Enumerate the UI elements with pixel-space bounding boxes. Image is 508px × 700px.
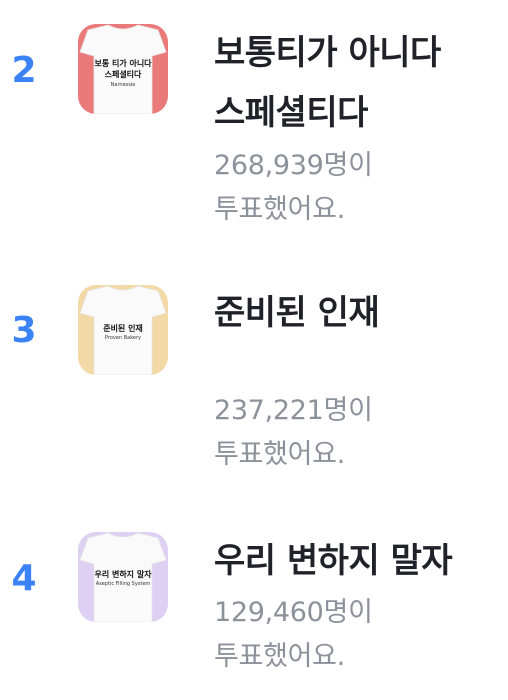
ranking-item-2[interactable]: 2 보통 티가 아니다 스페셜티다 Narnessie 보통티가 아니다 스페셜… xyxy=(0,0,508,240)
vote-suffix: 투표했어요. xyxy=(214,194,345,225)
thumb-text-line2: 스페셜티다 xyxy=(104,70,142,79)
tshirt-thumbnail: 보통 티가 아니다 스페셜티다 Narnessie xyxy=(78,24,168,114)
ranking-item-3[interactable]: 3 준비된 인재 Proven Bakery 준비된 인재 237,221명이 … xyxy=(0,260,508,500)
ranking-item-4[interactable]: 4 우리 변하지 말자 Aseptic Filling System 우리 변하… xyxy=(0,500,508,700)
tshirt-thumbnail: 준비된 인재 Proven Bakery xyxy=(78,285,168,375)
ranking-list: 2 보통 티가 아니다 스페셜티다 Narnessie 보통티가 아니다 스페셜… xyxy=(0,0,508,700)
vote-count: 237,221명이 xyxy=(214,395,373,426)
item-title-line1: 우리 변하지 말자 xyxy=(214,541,453,581)
item-title-line2: 스페셜티다 xyxy=(214,93,368,133)
vote-suffix: 투표했어요. xyxy=(214,641,345,672)
thumb-brand: Proven Bakery xyxy=(104,335,142,341)
item-title-line1: 준비된 인재 xyxy=(214,293,380,333)
vote-suffix: 투표했어요. xyxy=(214,439,345,470)
thumb-brand: Aseptic Filling System xyxy=(95,581,151,587)
item-title-line1: 보통티가 아니다 xyxy=(214,33,441,73)
rank-number: 2 xyxy=(11,50,37,91)
thumb-text-line1: 준비된 인재 xyxy=(103,324,143,333)
rank-number: 4 xyxy=(11,558,37,599)
vote-count: 268,939명이 xyxy=(214,150,373,181)
thumb-text-line1: 우리 변하지 말자 xyxy=(94,570,152,579)
tshirt-thumbnail: 우리 변하지 말자 Aseptic Filling System xyxy=(78,532,168,622)
thumb-text-line1: 보통 티가 아니다 xyxy=(94,59,152,68)
rank-number: 3 xyxy=(11,310,37,351)
thumb-brand: Narnessie xyxy=(110,82,136,88)
vote-count: 129,460명이 xyxy=(214,597,373,628)
